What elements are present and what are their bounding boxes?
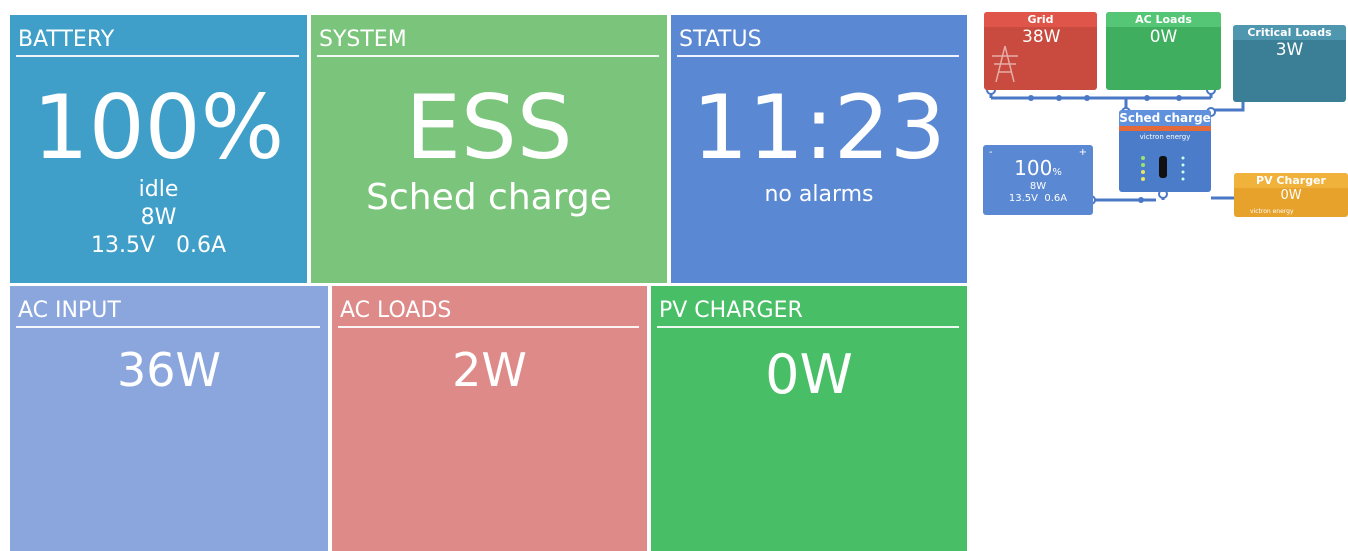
overview-pv-charger-brand: victron energy	[1250, 208, 1294, 215]
system-title: SYSTEM	[317, 25, 659, 57]
overview-ac-loads-box[interactable]: AC Loads 0W	[1106, 12, 1221, 90]
ac-input-tile[interactable]: AC INPUT 36W	[10, 286, 328, 551]
system-sub: Sched charge	[366, 177, 612, 218]
pv-charger-value: 0W	[765, 343, 853, 406]
ac-loads-tile[interactable]: AC LOADS 2W	[332, 286, 647, 551]
battery-soc: 100%	[32, 76, 285, 179]
overview-grid-box[interactable]: Grid 38W	[984, 12, 1097, 90]
overview-battery-soc: 100	[1014, 156, 1053, 180]
overview-battery-power: 8W	[1029, 181, 1047, 192]
overview-battery-unit: %	[1052, 167, 1062, 178]
inverter-led-panel-icon	[1141, 156, 1185, 181]
battery-state: idle	[138, 177, 179, 202]
battery-volt-amp: 13.5V 0.6A	[90, 233, 227, 258]
ac-loads-value: 2W	[452, 343, 527, 397]
status-alarms: no alarms	[764, 182, 874, 207]
overview-ac-loads-value: 0W	[1149, 27, 1178, 47]
status-tile[interactable]: STATUS 11:23 no alarms	[671, 15, 967, 283]
overview-pv-charger-title: PV Charger	[1234, 173, 1348, 188]
overview-panel: Grid 38W AC Loads 0W Critical Loads 3W S…	[981, 10, 1348, 227]
overview-ac-loads-title: AC Loads	[1106, 12, 1221, 27]
pv-charger-title: PV CHARGER	[657, 296, 959, 328]
overview-battery-volt-amp: 13.5V 0.6A	[1008, 193, 1068, 204]
overview-battery-box[interactable]: - + 100% 8W 13.5V 0.6A	[983, 145, 1093, 215]
overview-pv-charger-box[interactable]: PV Charger 0W victron energy	[1234, 173, 1348, 217]
ac-input-value: 36W	[116, 343, 222, 397]
system-tile[interactable]: SYSTEM ESS Sched charge	[311, 15, 667, 283]
overview-pv-charger-value: 0W	[1280, 188, 1302, 203]
pv-charger-tile[interactable]: PV CHARGER 0W	[651, 286, 967, 551]
status-time: 11:23	[692, 76, 946, 179]
overview-grid-title: Grid	[984, 12, 1097, 27]
battery-title: BATTERY	[16, 25, 299, 57]
battery-power: 8W	[140, 205, 177, 230]
system-mode: ESS	[405, 76, 573, 179]
battery-tile[interactable]: BATTERY 100% idle 8W 13.5V 0.6A	[10, 15, 307, 283]
overview-critical-loads-value: 3W	[1275, 40, 1304, 60]
ac-input-title: AC INPUT	[16, 296, 320, 328]
overview-inverter-box[interactable]: Sched charge victron energy	[1119, 110, 1211, 192]
ac-loads-title: AC LOADS	[338, 296, 639, 328]
status-title: STATUS	[677, 25, 959, 57]
overview-inverter-brand: victron energy	[1139, 133, 1191, 141]
overview-critical-loads-box[interactable]: Critical Loads 3W	[1233, 25, 1346, 102]
overview-inverter-title: Sched charge	[1119, 110, 1211, 126]
overview-critical-loads-title: Critical Loads	[1233, 25, 1346, 40]
pylon-icon	[992, 45, 1018, 83]
